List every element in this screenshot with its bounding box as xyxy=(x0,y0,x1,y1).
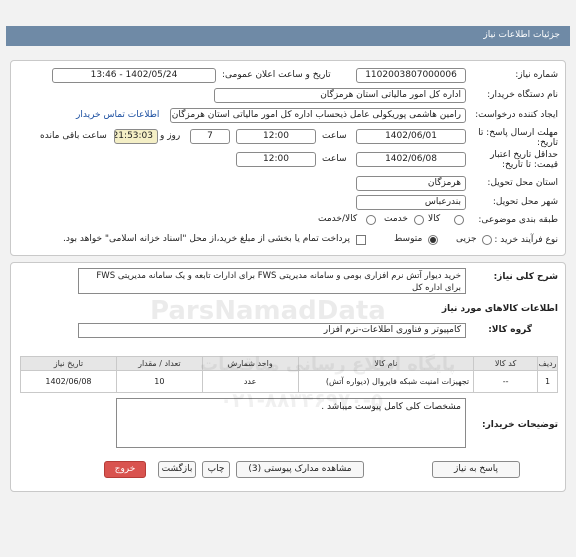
summary-label: شرح کلی نیاز: xyxy=(493,272,558,282)
process-minor-radio[interactable] xyxy=(482,235,492,245)
days-label: روز و xyxy=(160,131,181,141)
deadline-time-label: ساعت xyxy=(322,131,347,141)
process-minor-label: جزیی xyxy=(456,234,477,244)
view-attachments-button[interactable]: مشاهده مدارک پیوستی (3) xyxy=(236,461,364,478)
deadline-date-field: 1402/06/01 xyxy=(356,129,466,144)
category-goods-service-radio[interactable] xyxy=(366,215,376,225)
city-field: بندرعباس xyxy=(356,195,466,210)
cell-row: 1 xyxy=(537,370,558,393)
cell-name: تجهیزات امنیت شبکه فایروال (دیواره آتش) xyxy=(297,370,475,393)
col-date: تاریخ نیاز xyxy=(20,356,117,371)
buyer-notes-label: توضیحات خریدار: xyxy=(482,420,558,430)
items-table: ردیف کد کالا نام کالا واحد شمارش تعداد /… xyxy=(20,356,558,393)
group-label: گروه کالا: xyxy=(488,325,532,335)
process-medium-radio[interactable] xyxy=(428,235,438,245)
remaining-time-field: 21:53:03 xyxy=(114,129,158,144)
creator-label: ایجاد کننده درخواست: xyxy=(475,110,558,120)
cell-unit: عدد xyxy=(201,370,299,393)
col-row: ردیف xyxy=(537,356,558,371)
col-qty: تعداد / مقدار xyxy=(115,356,203,371)
category-goods-service-label: کالا/خدمت xyxy=(318,214,358,224)
col-unit: واحد شمارش xyxy=(201,356,299,371)
page-title: جزئیات اطلاعات نیاز xyxy=(483,30,560,40)
summary-field: خرید دیوار آتش نرم افزاری بومی و سامانه … xyxy=(78,268,466,294)
remaining-days-field: 7 xyxy=(190,129,230,144)
category-goods-radio[interactable] xyxy=(454,215,464,225)
validity-date-field: 1402/06/08 xyxy=(356,152,466,167)
page-header: جزئیات اطلاعات نیاز xyxy=(6,26,570,46)
category-service-label: خدمت xyxy=(384,214,408,224)
validity-label: حداقل تاریخ اعتبار xyxy=(490,150,558,160)
deadline-time-field: 12:00 xyxy=(236,129,316,144)
deadline-date-label: تاریخ: xyxy=(537,138,558,148)
cell-date: 1402/06/08 xyxy=(20,370,117,393)
buyer-field: اداره کل امور مالیاتی استان هرمزگان xyxy=(214,88,466,103)
need-number-label: شماره نیاز: xyxy=(515,70,558,80)
back-button[interactable]: بازگشت xyxy=(158,461,196,478)
buyer-contact-link[interactable]: اطلاعات تماس خریدار xyxy=(76,110,159,120)
creator-field: رامین هاشمی پوریکولی عامل ذیحساب اداره ک… xyxy=(170,108,466,123)
table-row: 1 -- تجهیزات امنیت شبکه فایروال (دیواره … xyxy=(20,370,558,393)
items-table-wrap: ردیف کد کالا نام کالا واحد شمارش تعداد /… xyxy=(20,356,558,393)
process-label: نوع فرآیند خرید : xyxy=(494,235,558,245)
reply-button[interactable]: پاسخ به نیاز xyxy=(432,461,520,478)
category-service-radio[interactable] xyxy=(414,215,424,225)
category-goods-label: کالا xyxy=(428,214,441,224)
exit-button[interactable]: خروج xyxy=(104,461,146,478)
remaining-label: ساعت باقی مانده xyxy=(40,131,107,141)
validity-time-field: 12:00 xyxy=(236,152,316,167)
province-label: استان محل تحویل: xyxy=(487,178,558,188)
announce-label: تاریخ و ساعت اعلان عمومی: xyxy=(222,70,331,80)
col-code: کد کالا xyxy=(473,356,539,371)
need-number-field: 1102003807000006 xyxy=(356,68,466,83)
treasury-note: پرداخت تمام یا بخشی از مبلغ خرید،از محل … xyxy=(62,234,350,244)
treasury-checkbox[interactable] xyxy=(356,235,366,245)
col-name: نام کالا xyxy=(297,356,475,371)
deadline-label: مهلت ارسال پاسخ: تا xyxy=(478,128,558,138)
items-table-header: ردیف کد کالا نام کالا واحد شمارش تعداد /… xyxy=(20,356,558,371)
validity-date-label: قیمت: تا تاریخ: xyxy=(502,160,558,170)
buyer-label: نام دستگاه خریدار: xyxy=(487,90,558,100)
goods-section-title: اطلاعات کالاهای مورد نیاز xyxy=(441,304,558,314)
summary-text: خرید دیوار آتش نرم افزاری بومی و سامانه … xyxy=(96,271,461,293)
province-field: هرمزگان xyxy=(356,176,466,191)
cell-code: -- xyxy=(473,370,539,393)
announce-field: 1402/05/24 - 13:46 xyxy=(52,68,216,83)
buyer-notes-field: مشخصات کلی کامل پیوست میباشد . xyxy=(116,398,466,448)
print-button[interactable]: چاپ xyxy=(202,461,230,478)
category-label: طبقه بندی موضوعی: xyxy=(478,215,558,225)
validity-time-label: ساعت xyxy=(322,154,347,164)
city-label: شهر محل تحویل: xyxy=(492,197,558,207)
process-medium-label: متوسط xyxy=(394,234,423,244)
buyer-notes-text: مشخصات کلی کامل پیوست میباشد . xyxy=(321,402,461,412)
group-field: کامپیوتر و فناوری اطلاعات-نرم افزار xyxy=(78,323,466,338)
cell-qty: 10 xyxy=(115,370,203,393)
